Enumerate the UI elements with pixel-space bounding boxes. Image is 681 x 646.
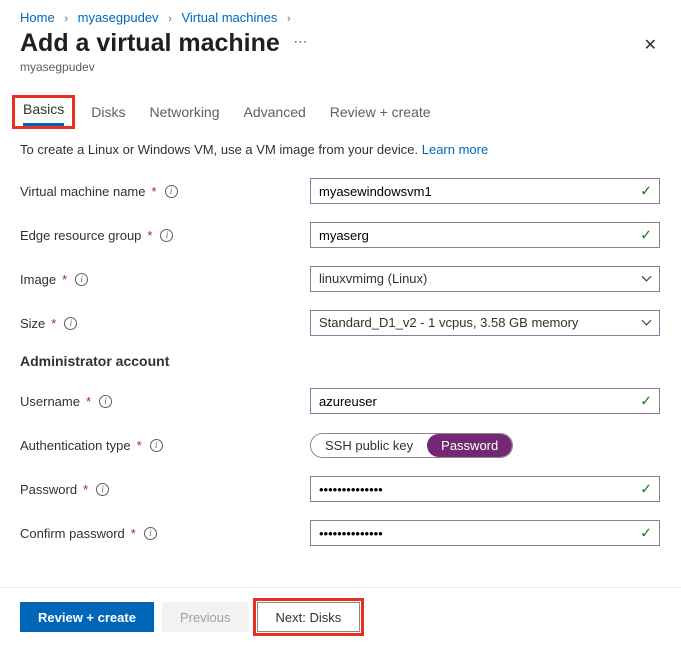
auth-type-toggle: SSH public key Password <box>310 433 513 458</box>
info-icon[interactable]: i <box>96 483 109 496</box>
breadcrumb-home[interactable]: Home <box>20 10 55 25</box>
password-input[interactable] <box>310 476 660 502</box>
info-icon[interactable]: i <box>165 185 178 198</box>
learn-more-link[interactable]: Learn more <box>422 142 488 157</box>
breadcrumb-device[interactable]: myasegpudev <box>78 10 159 25</box>
info-icon[interactable]: i <box>144 527 157 540</box>
chevron-right-icon: › <box>287 13 291 25</box>
vm-name-input[interactable] <box>310 178 660 204</box>
size-select[interactable]: Standard_D1_v2 - 1 vcpus, 3.58 GB memory <box>310 310 660 336</box>
chevron-right-icon: › <box>64 13 68 25</box>
tab-list: Basics Disks Networking Advanced Review … <box>0 98 681 126</box>
description: To create a Linux or Windows VM, use a V… <box>0 126 681 177</box>
resource-group-input[interactable] <box>310 222 660 248</box>
next-button[interactable]: Next: Disks <box>257 602 361 632</box>
image-select[interactable]: linuxvmimg (Linux) <box>310 266 660 292</box>
info-icon[interactable]: i <box>75 273 88 286</box>
label-image: Image* i <box>20 272 310 287</box>
tab-networking[interactable]: Networking <box>149 98 219 126</box>
chevron-right-icon: › <box>168 13 172 25</box>
label-auth-type: Authentication type* i <box>20 438 310 453</box>
label-password: Password* i <box>20 482 310 497</box>
info-icon[interactable]: i <box>150 439 163 452</box>
review-create-button[interactable]: Review + create <box>20 602 154 632</box>
info-icon[interactable]: i <box>160 229 173 242</box>
label-username: Username* i <box>20 394 310 409</box>
tab-review[interactable]: Review + create <box>330 98 431 126</box>
auth-password-option[interactable]: Password <box>427 434 512 457</box>
confirm-password-input[interactable] <box>310 520 660 546</box>
label-resource-group: Edge resource group* i <box>20 228 310 243</box>
info-icon[interactable]: i <box>64 317 77 330</box>
page-title: Add a virtual machine <box>20 29 280 58</box>
breadcrumb-vms[interactable]: Virtual machines <box>181 10 277 25</box>
page-subtitle: myasegpudev <box>20 60 661 74</box>
info-icon[interactable]: i <box>99 395 112 408</box>
label-vm-name: Virtual machine name* i <box>20 184 310 199</box>
close-button[interactable]: ✕ <box>644 35 657 55</box>
label-size: Size* i <box>20 316 310 331</box>
tab-advanced[interactable]: Advanced <box>244 98 306 126</box>
tab-basics[interactable]: Basics <box>23 95 64 126</box>
wizard-footer: Review + create Previous Next: Disks <box>0 587 681 646</box>
more-actions-icon[interactable]: ⋯ <box>293 33 307 49</box>
admin-section-heading: Administrator account <box>20 353 661 369</box>
previous-button[interactable]: Previous <box>162 602 249 632</box>
breadcrumb: Home › myasegpudev › Virtual machines › <box>0 0 681 25</box>
page-header: Add a virtual machine ⋯ myasegpudev ✕ <box>0 25 681 74</box>
username-input[interactable] <box>310 388 660 414</box>
label-confirm-password: Confirm password* i <box>20 526 310 541</box>
tab-disks[interactable]: Disks <box>91 98 125 126</box>
form-basics: Virtual machine name* i ✓ Edge resource … <box>0 177 681 547</box>
auth-ssh-option[interactable]: SSH public key <box>311 434 427 457</box>
